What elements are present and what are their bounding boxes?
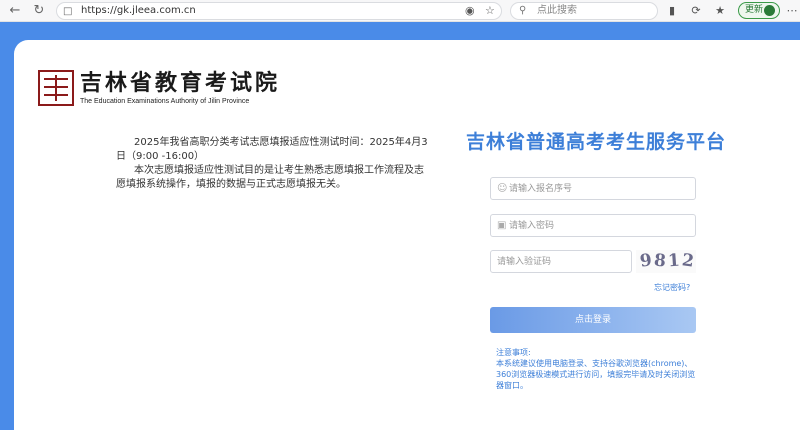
reload-icon[interactable]: ↻ bbox=[30, 2, 48, 20]
refresh-extension-icon[interactable]: ⟳ bbox=[688, 2, 704, 20]
captcha-char: 1 bbox=[667, 250, 681, 272]
captcha-char: 8 bbox=[652, 250, 667, 272]
extensions-icon[interactable]: ▮ bbox=[664, 2, 680, 20]
notes-heading: 注意事项: bbox=[496, 348, 531, 357]
favorites-icon[interactable]: ★ bbox=[712, 2, 728, 20]
site-info-icon[interactable]: □ bbox=[63, 5, 72, 19]
browser-toolbar: ← ↻ □ https://gk.jleea.com.cn ◉ ☆ ⚲ 点此搜索… bbox=[0, 0, 800, 22]
browser-search-box[interactable]: ⚲ 点此搜索 bbox=[510, 2, 658, 20]
favorite-star-icon[interactable]: ☆ bbox=[485, 3, 495, 19]
notice-line-1: 2025年我省高职分类考试志愿填报适应性测试时间：2025年4月3日（9:00 … bbox=[116, 137, 428, 162]
lock-icon: ▣ bbox=[497, 220, 507, 231]
username-input[interactable] bbox=[509, 179, 689, 198]
browser-search-placeholder: 点此搜索 bbox=[537, 5, 577, 16]
profile-avatar-icon bbox=[764, 5, 775, 16]
address-url: https://gk.jleea.com.cn bbox=[81, 5, 196, 16]
notes-body: 本系统建议使用电脑登录、支持谷歌浏览器(chrome)、360浏览器极速模式进行… bbox=[496, 359, 696, 390]
update-button[interactable]: 更新 bbox=[738, 2, 780, 19]
translate-icon[interactable]: ◉ bbox=[465, 3, 475, 19]
back-arrow-icon[interactable]: ← bbox=[6, 2, 24, 20]
login-button[interactable]: 点击登录 bbox=[490, 307, 696, 333]
password-input[interactable] bbox=[509, 216, 689, 235]
address-bar[interactable]: □ https://gk.jleea.com.cn ◉ ☆ bbox=[56, 2, 502, 20]
captcha-input[interactable] bbox=[497, 252, 625, 271]
notice-line-2: 本次志愿填报适应性测试目的是让考生熟悉志愿填报工作流程及志愿填报系统操作，填报的… bbox=[116, 165, 424, 190]
search-icon: ⚲ bbox=[519, 5, 527, 16]
captcha-char: 2 bbox=[680, 250, 696, 272]
notes-section: 注意事项: 本系统建议使用电脑登录、支持谷歌浏览器(chrome)、360浏览器… bbox=[496, 347, 696, 391]
logo-title-en: The Education Examinations Authority of … bbox=[80, 98, 250, 105]
captcha-char: 9 bbox=[638, 250, 654, 272]
forgot-password-link[interactable]: 忘记密码? bbox=[654, 283, 690, 293]
user-icon: ☺ bbox=[497, 183, 508, 194]
logo-emblem-icon bbox=[38, 70, 74, 106]
platform-title: 吉林省普通高考考生服务平台 bbox=[466, 131, 727, 153]
logo-title-cn: 吉林省教育考试院 bbox=[80, 70, 281, 96]
captcha-image[interactable]: 9 8 1 2 bbox=[636, 250, 696, 273]
username-field[interactable]: ☺ bbox=[490, 177, 696, 200]
notice-text: 2025年我省高职分类考试志愿填报适应性测试时间：2025年4月3日（9:00 … bbox=[116, 136, 432, 192]
more-menu-icon[interactable]: ⋯ bbox=[784, 2, 800, 20]
password-field[interactable]: ▣ bbox=[490, 214, 696, 237]
captcha-field[interactable] bbox=[490, 250, 632, 273]
update-label: 更新 bbox=[745, 5, 764, 15]
